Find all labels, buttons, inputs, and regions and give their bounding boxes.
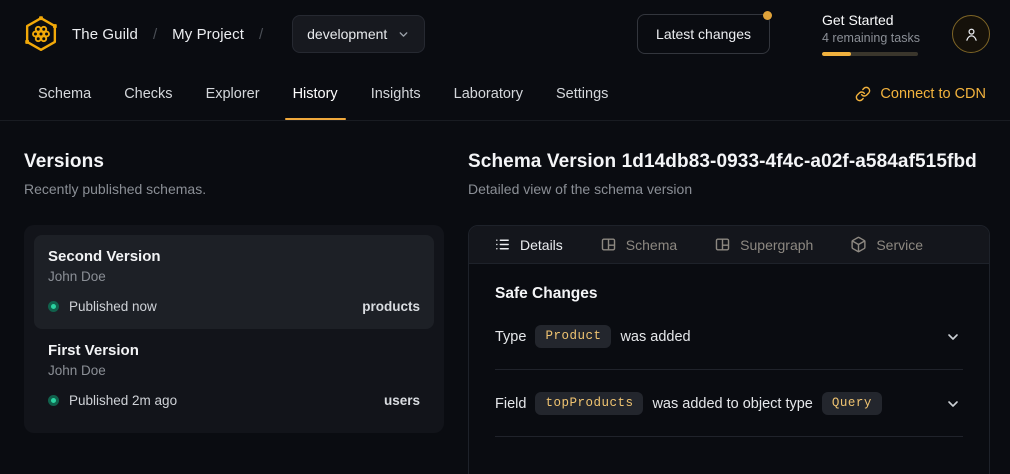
safe-changes-heading: Safe Changes <box>495 285 963 303</box>
change-text: Field <box>495 396 526 412</box>
notification-dot <box>763 11 772 20</box>
version-detail-panel: Schema Version 1d14db83-0933-4f4c-a02f-a… <box>468 151 990 474</box>
detail-tabs: Details Schema Supergraph <box>469 226 989 264</box>
change-row[interactable]: Type Product was added <box>495 303 963 370</box>
chevron-down-icon[interactable] <box>945 329 961 345</box>
columns-icon <box>600 236 617 253</box>
user-icon <box>963 26 980 43</box>
get-started-title: Get Started <box>822 12 918 28</box>
versions-title: Versions <box>24 151 444 173</box>
change-row[interactable]: Field topProducts was added to object ty… <box>495 370 963 437</box>
detail-tab-details[interactable]: Details <box>494 236 563 253</box>
version-name: Second Version <box>48 248 420 265</box>
tab-settings[interactable]: Settings <box>556 68 608 120</box>
change-code: topProducts <box>535 392 643 415</box>
published-status-dot <box>48 301 59 312</box>
latest-changes-label: Latest changes <box>656 26 751 42</box>
breadcrumb-separator: / <box>259 26 263 43</box>
version-status: Published now <box>69 299 157 314</box>
version-name: First Version <box>48 342 420 359</box>
chevron-down-icon[interactable] <box>945 396 961 412</box>
user-avatar[interactable] <box>952 15 990 53</box>
versions-panel: Versions Recently published schemas. Sec… <box>24 151 444 474</box>
app-header: The Guild / My Project / development Lat… <box>0 0 1010 68</box>
detail-tab-service[interactable]: Service <box>850 236 923 253</box>
breadcrumb-separator: / <box>153 26 157 43</box>
environment-selector[interactable]: development <box>292 15 425 53</box>
version-author: John Doe <box>48 269 420 284</box>
versions-subtitle: Recently published schemas. <box>24 181 444 197</box>
tab-checks[interactable]: Checks <box>124 68 172 120</box>
version-list-item[interactable]: Second Version John Doe Published now pr… <box>34 235 434 329</box>
columns-icon <box>714 236 731 253</box>
get-started-subtitle: 4 remaining tasks <box>822 31 918 45</box>
project-nav: Schema Checks Explorer History Insights … <box>0 68 1010 121</box>
list-icon <box>494 236 511 253</box>
get-started-progressbar <box>822 52 918 56</box>
detail-tab-schema[interactable]: Schema <box>600 236 677 253</box>
latest-changes-button[interactable]: Latest changes <box>637 14 770 54</box>
breadcrumb-org[interactable]: The Guild <box>72 26 138 43</box>
detail-tab-supergraph[interactable]: Supergraph <box>714 236 813 253</box>
tab-schema[interactable]: Schema <box>38 68 91 120</box>
detail-content: Safe Changes Type Product was added Fiel… <box>469 264 989 437</box>
version-detail-title: Schema Version 1d14db83-0933-4f4c-a02f-a… <box>468 151 990 173</box>
version-service: products <box>362 299 420 314</box>
change-text: was added to object type <box>652 396 812 412</box>
tab-history[interactable]: History <box>293 68 338 120</box>
main-content: Versions Recently published schemas. Sec… <box>0 121 1010 474</box>
link-icon <box>855 86 871 102</box>
get-started-progress-fill <box>822 52 851 56</box>
chevron-down-icon <box>397 28 410 41</box>
change-code: Product <box>535 325 611 348</box>
versions-list: Second Version John Doe Published now pr… <box>24 225 444 433</box>
connect-to-cdn-link[interactable]: Connect to CDN <box>855 68 986 120</box>
tab-insights[interactable]: Insights <box>371 68 421 120</box>
version-list-item[interactable]: First Version John Doe Published 2m ago … <box>34 329 434 423</box>
breadcrumb-project[interactable]: My Project <box>172 26 244 43</box>
version-status: Published 2m ago <box>69 393 177 408</box>
version-service: users <box>384 393 420 408</box>
change-code: Query <box>822 392 882 415</box>
tab-laboratory[interactable]: Laboratory <box>454 68 523 120</box>
version-detail-subtitle: Detailed view of the schema version <box>468 181 990 197</box>
environment-selector-value: development <box>307 26 387 42</box>
change-text: was added <box>620 329 690 345</box>
get-started-widget[interactable]: Get Started 4 remaining tasks <box>822 12 918 56</box>
published-status-dot <box>48 395 59 406</box>
change-text: Type <box>495 329 526 345</box>
cube-icon <box>850 236 867 253</box>
hive-logo-icon[interactable] <box>22 15 60 53</box>
tab-explorer[interactable]: Explorer <box>206 68 260 120</box>
version-detail-box: Details Schema Supergraph <box>468 225 990 474</box>
connect-to-cdn-label: Connect to CDN <box>880 86 986 102</box>
version-author: John Doe <box>48 363 420 378</box>
